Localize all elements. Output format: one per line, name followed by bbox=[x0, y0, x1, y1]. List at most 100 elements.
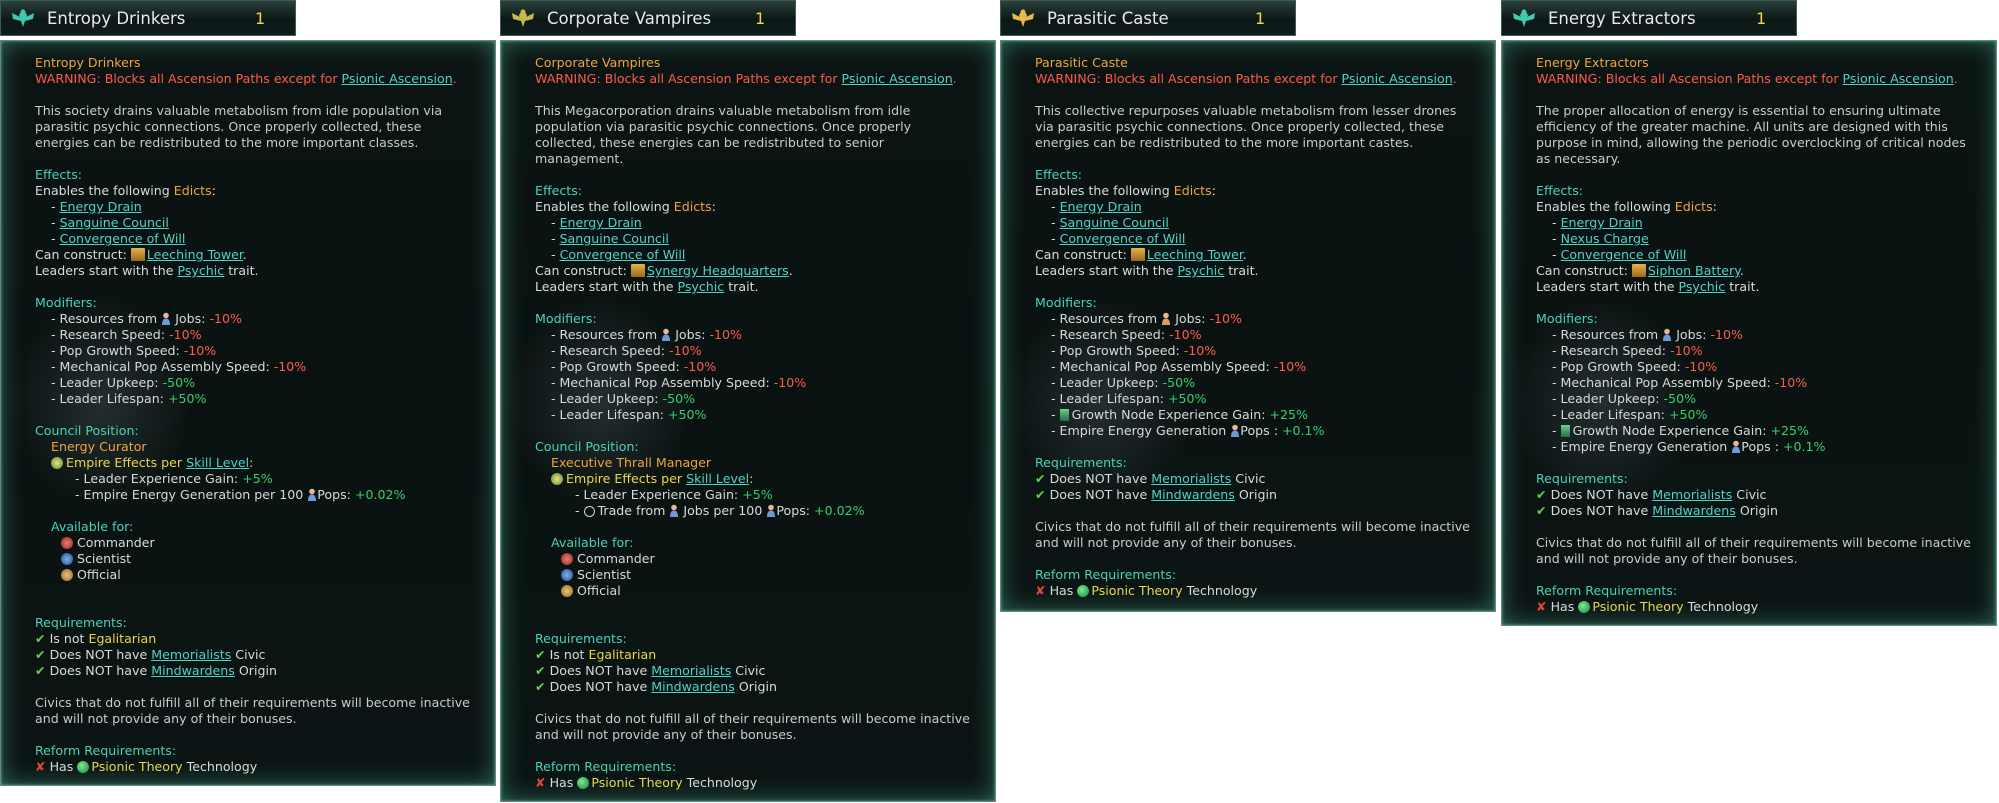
leader-class: Official bbox=[35, 567, 485, 583]
modifier-row: - Growth Node Experience Gain: +25% bbox=[1552, 423, 1810, 438]
tech-icon bbox=[77, 761, 90, 773]
edict-item: - Energy Drain bbox=[1051, 199, 1142, 214]
building-link[interactable]: Synergy Headquarters bbox=[647, 263, 789, 278]
leader-class: Official bbox=[535, 583, 985, 599]
modifier-row: - Pop Growth Speed: -10% bbox=[551, 359, 717, 374]
enables-edicts: Enables the following Edicts: bbox=[1536, 199, 1717, 214]
requirement-row: ✔ Does NOT have Memorialists Civic bbox=[1536, 487, 1767, 502]
tooltip-title: Parasitic Caste bbox=[1035, 55, 1128, 70]
modifier-row: - Leader Upkeep: -50% bbox=[1051, 375, 1196, 390]
commander-icon bbox=[561, 553, 573, 565]
building-link[interactable]: Leeching Tower bbox=[147, 247, 243, 262]
civic-header[interactable]: Corporate Vampires 1 bbox=[500, 0, 796, 36]
civic-count: 1 bbox=[1756, 8, 1767, 28]
commander-icon bbox=[61, 537, 73, 549]
effects-heading: Effects: bbox=[535, 183, 583, 198]
check-icon: ✔ bbox=[535, 679, 546, 694]
official-icon bbox=[561, 585, 573, 597]
civic-emblem-icon bbox=[1510, 6, 1540, 30]
civic-tooltip: Energy Extractors WARNING: Blocks all As… bbox=[1501, 40, 1997, 626]
civic-header[interactable]: Parasitic Caste 1 bbox=[1000, 0, 1296, 36]
modifier-row: - Pop Growth Speed: -10% bbox=[51, 343, 217, 358]
pop-icon bbox=[307, 488, 317, 501]
psychic-trait-link[interactable]: Psychic bbox=[678, 279, 725, 294]
psionic-ascension-link[interactable]: Psionic Ascension bbox=[1342, 71, 1453, 86]
leader-class: Commander bbox=[35, 535, 485, 551]
can-construct: Can construct: Synergy Headquarters. bbox=[535, 263, 793, 278]
council-heading: Council Position: bbox=[535, 439, 639, 454]
civic-emblem-icon bbox=[509, 6, 539, 30]
pop-icon bbox=[766, 504, 776, 517]
civic-count: 1 bbox=[1255, 8, 1266, 28]
modifier-row: - Mechanical Pop Assembly Speed: -10% bbox=[551, 375, 807, 390]
modifier-row: - Research Speed: -10% bbox=[1051, 327, 1202, 342]
can-construct: Can construct: Siphon Battery. bbox=[1536, 263, 1744, 278]
requirement-row: ✔ Does NOT have Mindwardens Origin bbox=[535, 679, 777, 694]
reform-row: ✘ Has Psionic Theory Technology bbox=[1536, 599, 1759, 614]
reform-heading: Reform Requirements: bbox=[1536, 583, 1678, 598]
growth-node-icon bbox=[1560, 425, 1570, 437]
edict-item: - Energy Drain bbox=[551, 215, 642, 230]
psychic-trait-link[interactable]: Psychic bbox=[1178, 263, 1225, 278]
modifier-row: - Leader Lifespan: +50% bbox=[551, 407, 707, 422]
reform-heading: Reform Requirements: bbox=[535, 759, 677, 774]
pop-icon bbox=[669, 504, 679, 517]
council-heading: Council Position: bbox=[35, 423, 139, 438]
psionic-ascension-link[interactable]: Psionic Ascension bbox=[842, 71, 953, 86]
skill-star-icon bbox=[551, 473, 563, 485]
psionic-ascension-link[interactable]: Psionic Ascension bbox=[342, 71, 453, 86]
edict-item: - Sanguine Council bbox=[51, 215, 169, 230]
modifiers-heading: Modifiers: bbox=[1536, 311, 1598, 326]
check-icon: ✔ bbox=[535, 647, 546, 662]
tech-icon bbox=[577, 777, 590, 789]
psychic-trait-link[interactable]: Psychic bbox=[1679, 279, 1726, 294]
effects-heading: Effects: bbox=[35, 167, 83, 182]
requirement-row: ✔ Does NOT have Memorialists Civic bbox=[1035, 471, 1266, 486]
civic-description: This Megacorporation drains valuable met… bbox=[535, 103, 912, 166]
pop-icon bbox=[1161, 312, 1171, 325]
modifiers-heading: Modifiers: bbox=[35, 295, 97, 310]
building-link[interactable]: Siphon Battery bbox=[1648, 263, 1740, 278]
requirement-row: ✔ Is not Egalitarian bbox=[535, 647, 657, 662]
requirement-row: ✔ Does NOT have Mindwardens Origin bbox=[1536, 503, 1778, 518]
leader-trait: Leaders start with the Psychic trait. bbox=[35, 263, 259, 278]
reform-row: ✘ Has Psionic Theory Technology bbox=[1035, 583, 1258, 598]
tooltip-title: Energy Extractors bbox=[1536, 55, 1649, 70]
edict-item: - Sanguine Council bbox=[551, 231, 669, 246]
requirement-row: ✔ Does NOT have Mindwardens Origin bbox=[35, 663, 277, 678]
civic-description: This society drains valuable metabolism … bbox=[35, 103, 443, 150]
civic-name: Corporate Vampires bbox=[547, 8, 712, 28]
modifier-row: - Pop Growth Speed: -10% bbox=[1051, 343, 1217, 358]
check-icon: ✔ bbox=[535, 663, 546, 678]
building-icon bbox=[1130, 248, 1145, 261]
pop-icon bbox=[161, 312, 171, 325]
modifier-row: - Resources from Jobs: -10% bbox=[551, 327, 742, 342]
edict-item: - Convergence of Will bbox=[551, 247, 686, 262]
civic-description: The proper allocation of energy is essen… bbox=[1536, 103, 1966, 166]
modifiers-heading: Modifiers: bbox=[1035, 295, 1097, 310]
cross-icon: ✘ bbox=[1536, 599, 1547, 614]
civic-header[interactable]: Entropy Drinkers 1 bbox=[0, 0, 296, 36]
requirement-row: ✔ Does NOT have Mindwardens Origin bbox=[1035, 487, 1277, 502]
civic-tooltip: Corporate Vampires WARNING: Blocks all A… bbox=[500, 40, 996, 802]
scientist-icon bbox=[561, 569, 573, 581]
civic-header[interactable]: Energy Extractors 1 bbox=[1501, 0, 1797, 36]
modifier-row: - Pop Growth Speed: -10% bbox=[1552, 359, 1718, 374]
civics-note: Civics that do not fulfill all of their … bbox=[35, 695, 470, 726]
modifier-row: - Resources from Jobs: -10% bbox=[1051, 311, 1242, 326]
edict-item: - Convergence of Will bbox=[1552, 247, 1687, 262]
tech-icon bbox=[1077, 585, 1090, 597]
psychic-trait-link[interactable]: Psychic bbox=[178, 263, 225, 278]
requirements-heading: Requirements: bbox=[1035, 455, 1127, 470]
tooltip-title: Entropy Drinkers bbox=[35, 55, 141, 70]
available-heading: Available for: bbox=[51, 519, 134, 534]
edict-item: - Nexus Charge bbox=[1552, 231, 1649, 246]
civics-note: Civics that do not fulfill all of their … bbox=[1536, 535, 1971, 566]
modifier-row: - Mechanical Pop Assembly Speed: -10% bbox=[1051, 359, 1307, 374]
civics-note: Civics that do not fulfill all of their … bbox=[535, 711, 970, 742]
leader-trait: Leaders start with the Psychic trait. bbox=[535, 279, 759, 294]
building-link[interactable]: Leeching Tower bbox=[1147, 247, 1243, 262]
leader-class: Commander bbox=[535, 551, 985, 567]
pop-icon bbox=[661, 328, 671, 341]
psionic-ascension-link[interactable]: Psionic Ascension bbox=[1843, 71, 1954, 86]
